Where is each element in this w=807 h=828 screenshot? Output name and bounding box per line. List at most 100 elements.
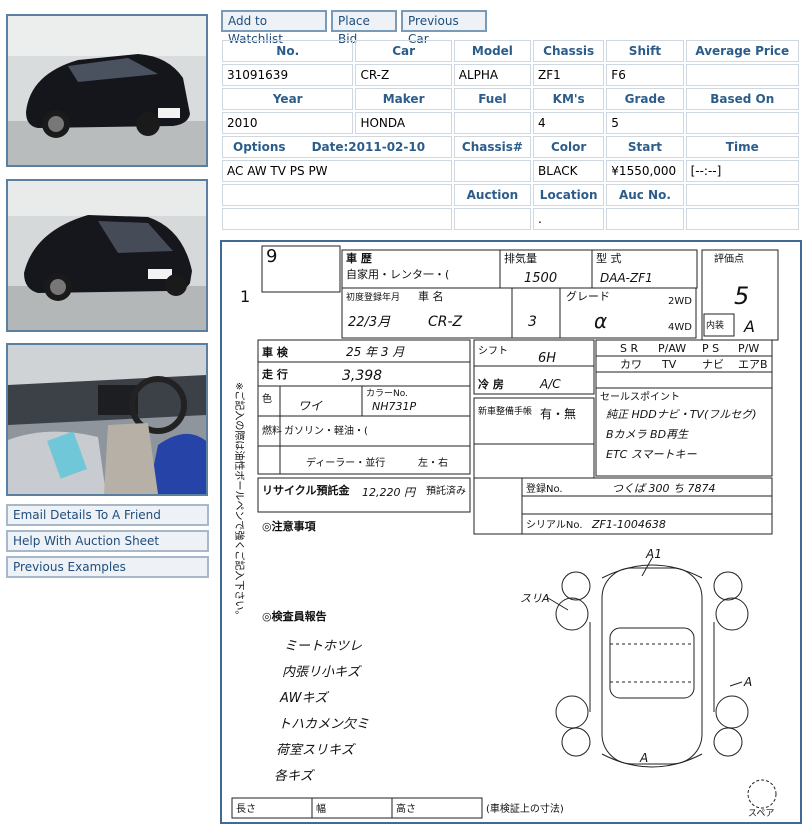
sheet-notes-label: ◎注意事項	[262, 519, 317, 533]
model-value: ALPHA	[453, 64, 532, 86]
sheet-inspection-value: 25 年 3 月	[346, 345, 405, 359]
car-name: CR-Z	[355, 64, 452, 86]
shift-value: F6	[606, 64, 684, 86]
sheet-model-label: 型 式	[596, 251, 622, 265]
sheet-inspector-note-3: AWキズ	[279, 690, 330, 706]
sheet-color-value: ワイ	[298, 399, 323, 413]
fuel-value	[453, 112, 532, 134]
car-photo-interior[interactable]	[6, 343, 208, 496]
sheet-color-label: 色	[262, 392, 272, 405]
sheet-model-value: DAA-ZF1	[600, 271, 653, 285]
color-value: BLACK	[533, 160, 605, 182]
sheet-spare-label: スペア	[748, 809, 774, 819]
sheet-ac-label: 冷 房	[478, 377, 504, 391]
year-value: 2010	[222, 112, 354, 134]
auction-sheet-scan: 9 1 車 歴 自家用・レンタ一・( 排気量 1500 型 式 DAA-ZF1 …	[231, 245, 779, 819]
sheet-equip-navi: ナビ	[702, 358, 724, 371]
sheet-fuel-label: 燃料	[262, 424, 282, 437]
header-start: Start	[606, 136, 684, 158]
empty-cell	[685, 184, 799, 206]
sheet-interior-value: A	[743, 317, 755, 336]
header-auction: Auction	[453, 184, 532, 206]
header-car: Car	[355, 40, 452, 62]
sheet-displacement-label: 排気量	[504, 251, 537, 265]
header-options-date: Options Date:2011-02-10	[222, 136, 452, 158]
start-price-value: ¥1550,000	[606, 160, 684, 182]
header-location: Location	[533, 184, 605, 206]
sheet-inspection-label: 車 検	[262, 345, 289, 359]
sheet-length-label: 長さ	[236, 803, 256, 815]
sheet-color-code-label: カラーNo.	[366, 388, 408, 399]
sheet-dealer-value: ディーラー・並行	[306, 456, 385, 469]
header-average-price: Average Price	[685, 40, 799, 62]
car-photo-front[interactable]	[6, 14, 208, 167]
sheet-side-note: ※ご記入の際は油性ボールペンで強くご記入下さい。	[233, 382, 246, 620]
svg-text:1: 1	[240, 287, 250, 306]
sheet-inspector-note-5: 荷室スリキズ	[276, 742, 356, 758]
sheet-warranty-value: 有・無	[540, 406, 576, 421]
email-details-link[interactable]: Email Details To A Friend	[6, 504, 209, 526]
header-grade: Grade	[606, 88, 684, 110]
table-row: 31091639 CR-Z ALPHA ZF1 F6	[222, 64, 799, 86]
table-row: Options Date:2011-02-10 Chassis# Color St…	[222, 136, 799, 158]
sheet-mileage-value: 3,398	[342, 368, 382, 384]
sheet-equip-ps: P S	[702, 342, 719, 355]
table-row: Year Maker Fuel KM's Grade Based On	[222, 88, 799, 110]
sheet-serial-value: ZF1-1004638	[591, 518, 666, 531]
car-info-table: No. Car Model Chassis Shift Average Pric…	[220, 38, 801, 232]
sheet-height-label: 高さ	[396, 802, 416, 815]
header-color: Color	[533, 136, 605, 158]
sheet-doors-value: 3	[528, 314, 537, 330]
sheet-equip-aw: P/AW	[658, 342, 686, 355]
sheet-sales-points-label: セールスポイント	[600, 391, 680, 403]
header-chassis-number: Chassis#	[453, 136, 532, 158]
place-bid-button[interactable]: Place Bid	[331, 10, 397, 46]
sheet-equip-airbag: エアB	[738, 358, 768, 371]
sheet-score-label: 評価点	[714, 252, 744, 265]
header-year: Year	[222, 88, 354, 110]
empty-cell	[222, 208, 452, 230]
help-auction-sheet-link[interactable]: Help With Auction Sheet	[6, 530, 209, 552]
sheet-reg-no-label: 登録No.	[526, 482, 563, 495]
sheet-warranty-label: 新車整備手帳	[478, 405, 532, 417]
sheet-equip-pw: P/W	[738, 342, 759, 355]
sheet-mileage-label: 走 行	[261, 367, 288, 381]
sheet-score-value: 5	[734, 282, 749, 310]
car-photo-rear[interactable]	[6, 179, 208, 332]
sheet-inspector-note-2: 内張リ小キズ	[282, 664, 362, 680]
sheet-first-reg-label: 初度登録年月	[346, 291, 400, 303]
sheet-usage: 自家用・レンタ一・(	[346, 267, 449, 281]
options-value: AC AW TV PS PW	[222, 160, 452, 182]
sheet-dims-note: (車検証上の寸法)	[486, 802, 564, 815]
sheet-width-label: 幅	[316, 802, 326, 815]
damage-mark-scratch: スリA	[520, 592, 550, 605]
sheet-recycle-status: 預託済み	[426, 484, 466, 497]
sheet-interior-label: 内装	[706, 319, 724, 331]
sheet-recycle-value: 12,220 円	[362, 486, 417, 499]
header-chassis: Chassis	[533, 40, 605, 62]
sheet-history-label: 車 歴	[346, 251, 372, 265]
previous-car-button[interactable]: Previous Car	[401, 10, 487, 46]
sheet-serial-label: シリアルNo.	[526, 520, 583, 531]
sheet-fuel-value: ガソリン・軽油・(	[284, 424, 368, 437]
add-to-watchlist-button[interactable]: Add to Watchlist	[221, 10, 327, 46]
sheet-color-code: NH731P	[372, 400, 416, 413]
header-fuel: Fuel	[453, 88, 532, 110]
sheet-equip-tv: TV	[661, 358, 677, 371]
based-on-value	[685, 112, 799, 134]
table-row: AC AW TV PS PW BLACK ¥1550,000 [--:--]	[222, 160, 799, 182]
auc-no-value	[606, 208, 684, 230]
damage-mark-rear: A	[639, 751, 648, 765]
sheet-inspector-note-4: トハカメン欠ミ	[278, 716, 369, 732]
empty-cell	[222, 184, 452, 206]
header-auc-no: Auc No.	[606, 184, 684, 206]
header-model: Model	[453, 40, 532, 62]
auction-value	[453, 208, 532, 230]
sheet-4wd: 4WD	[668, 322, 692, 333]
table-row: 2010 HONDA 4 5	[222, 112, 799, 134]
previous-examples-link[interactable]: Previous Examples	[6, 556, 209, 578]
location-value: .	[533, 208, 605, 230]
auction-sheet[interactable]: 9 1 車 歴 自家用・レンタ一・( 排気量 1500 型 式 DAA-ZF1 …	[220, 240, 802, 824]
table-row: .	[222, 208, 799, 230]
sheet-recycle-label: リサイクル預託金	[262, 483, 350, 497]
